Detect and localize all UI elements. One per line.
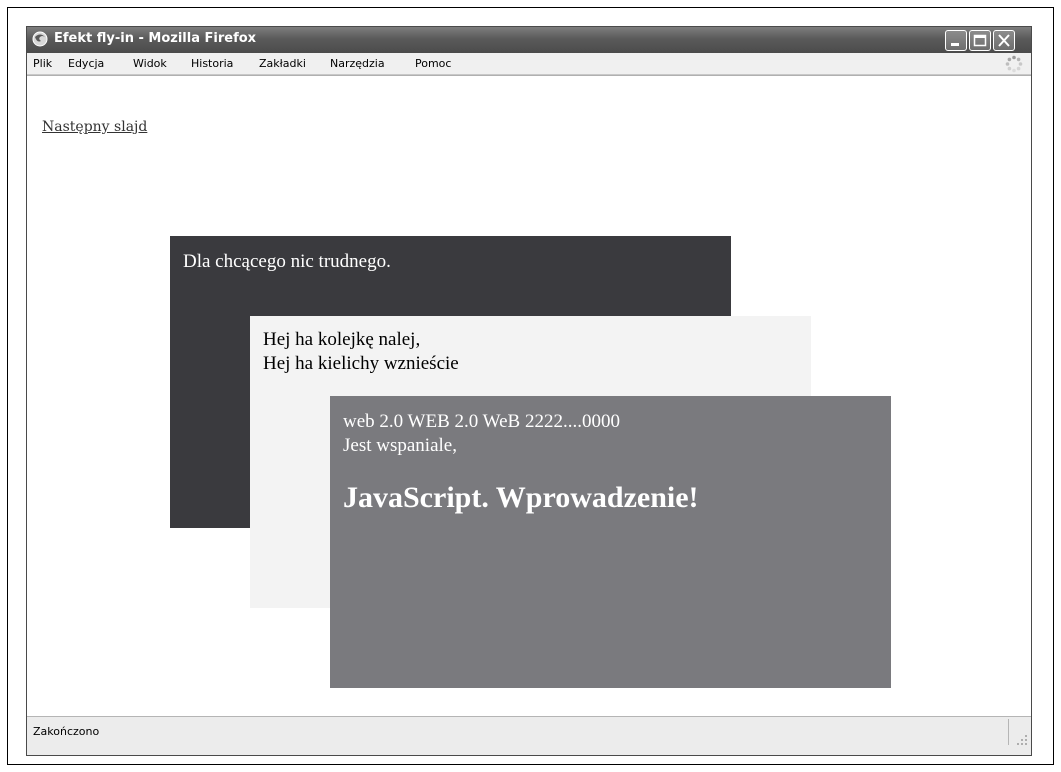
page-content: Następny slajd Dla chcącego nic trudnego… <box>27 75 1031 719</box>
close-button[interactable] <box>993 30 1015 51</box>
firefox-icon <box>32 31 48 47</box>
menu-item-pomoc[interactable]: Pomoc <box>415 57 451 70</box>
title-bar[interactable]: Efekt fly-in - Mozilla Firefox <box>27 27 1031 53</box>
status-bar: Zakończono <box>27 716 1031 755</box>
menu-item-narzedzia[interactable]: Narzędzia <box>330 57 385 70</box>
maximize-button[interactable] <box>969 30 991 51</box>
minimize-icon <box>951 43 959 46</box>
menu-item-plik[interactable]: Plik <box>33 57 52 70</box>
slide-2-line-1: Hej ha kolejkę nalej, <box>263 329 421 350</box>
menu-item-zakladki[interactable]: Zakładki <box>259 57 306 70</box>
slide-2-line-2: Hej ha kielichy wznieście <box>263 353 459 374</box>
slide-3-line-1: web 2.0 WEB 2.0 WeB 2222....0000 <box>343 411 620 432</box>
menu-item-historia[interactable]: Historia <box>191 57 233 70</box>
slide-1-line-1: Dla chcącego nic trudnego. <box>183 251 391 272</box>
status-text: Zakończono <box>33 725 100 738</box>
close-icon <box>998 34 1010 47</box>
slide-3-line-2: Jest wspaniale, <box>343 435 457 456</box>
slide-3-heading: JavaScript. Wprowadzenie! <box>343 481 699 514</box>
window-title: Efekt fly-in - Mozilla Firefox <box>54 31 257 46</box>
minimize-button[interactable] <box>945 30 967 51</box>
menu-item-widok[interactable]: Widok <box>133 57 167 70</box>
resize-grip-icon[interactable] <box>1014 731 1028 745</box>
menu-item-edycja[interactable]: Edycja <box>68 57 104 70</box>
maximize-icon <box>973 34 987 47</box>
menu-bar: Plik Edycja Widok Historia Zakładki Narz… <box>27 53 1031 75</box>
next-slide-link[interactable]: Następny slajd <box>42 119 147 135</box>
throbber-icon <box>1005 55 1023 73</box>
browser-window: Efekt fly-in - Mozilla Firefox Plik Edyc… <box>26 26 1032 756</box>
status-divider <box>1008 719 1009 745</box>
slide-3: web 2.0 WEB 2.0 WeB 2222....0000 Jest ws… <box>330 396 891 688</box>
